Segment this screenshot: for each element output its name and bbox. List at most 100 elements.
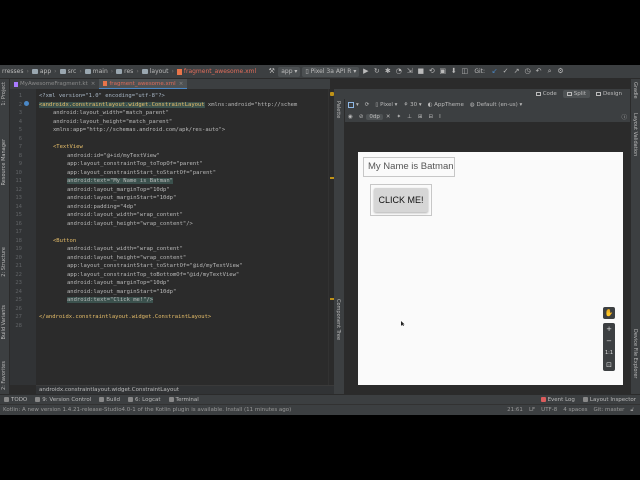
device-dropdown[interactable]: ▯ Pixel 3a API R ▾ — [302, 66, 360, 77]
logcat-icon — [128, 397, 134, 402]
tool-resource-manager[interactable]: Resource Manager — [1, 139, 7, 185]
autoconnect-icon[interactable]: ⊘ — [356, 114, 367, 120]
stop-icon[interactable]: ■ — [417, 68, 425, 75]
tool-project[interactable]: 1: Project — [1, 82, 7, 106]
vcs-icon — [35, 397, 41, 402]
clear-constraints-icon[interactable]: ✕ — [383, 114, 394, 120]
code-line: android:padding="4dp" — [67, 203, 137, 210]
pack-icon[interactable]: ⊟ — [426, 114, 437, 120]
run-config-dropdown[interactable]: app ▾ — [278, 66, 301, 77]
line-number: 16 — [15, 220, 22, 227]
git-commit-icon[interactable]: ✓ — [502, 68, 509, 75]
run-icon[interactable]: ▶ — [362, 68, 369, 75]
crumb-file[interactable]: fragment_awesome.xml — [175, 68, 258, 75]
code-line: <androidx.constraintlayout.widget.Constr… — [39, 101, 298, 108]
tool-build[interactable]: Build — [95, 397, 124, 403]
hammer-icon[interactable]: ⚒ — [268, 68, 275, 75]
tool-layout-inspector[interactable]: Layout Inspector — [579, 397, 640, 403]
device-selector[interactable]: ▯ Pixel ▾ — [372, 102, 400, 108]
tool-component-tree[interactable]: Component Tree — [335, 299, 341, 340]
tool-build-variants[interactable]: Build Variants — [1, 305, 7, 339]
design-surface-icon[interactable]: ▾ — [345, 102, 362, 108]
gutter-marker-icon[interactable] — [24, 101, 29, 106]
preview-click-button[interactable]: CLICK ME! — [374, 188, 428, 212]
view-options-icon[interactable]: ◉ — [345, 114, 356, 120]
line-number: 21 — [15, 263, 22, 269]
tool-event-log[interactable]: Event Log — [537, 397, 579, 403]
tool-version-control[interactable]: 9: Version Control — [31, 397, 95, 403]
profile-icon[interactable]: ◔ — [395, 68, 402, 75]
default-margin-dropdown[interactable]: 0dp — [366, 113, 383, 120]
crumb-app[interactable]: app — [30, 68, 53, 75]
infer-constraints-icon[interactable]: ✦ — [394, 114, 405, 120]
code-line: app:layout_constraintStart_toStartOf="@i… — [67, 263, 243, 269]
zoom-in-icon[interactable]: + — [603, 323, 615, 335]
mode-split[interactable]: Split — [562, 90, 590, 98]
layout-inspector-icon[interactable]: ◫ — [461, 68, 469, 75]
line-separator[interactable]: LF — [529, 407, 535, 414]
preview-button-bounds[interactable]: CLICK ME! — [370, 184, 432, 216]
zoom-fit-icon[interactable]: ⊡ — [603, 359, 615, 371]
crumb-project[interactable]: rresses — [0, 68, 25, 75]
tool-structure[interactable]: 2: Structure — [1, 247, 7, 277]
apply-changes-icon[interactable]: ↻ — [373, 68, 380, 75]
line-number: 13 — [15, 195, 22, 201]
debug-icon[interactable]: ✱ — [384, 68, 391, 75]
tool-palette[interactable]: Palette — [335, 101, 341, 118]
folder-icon — [59, 69, 66, 74]
search-everywhere-icon[interactable]: ⌕ — [546, 68, 553, 75]
mode-design[interactable]: Design — [592, 90, 626, 98]
theme-selector[interactable]: ◐ AppTheme — [425, 102, 467, 108]
device-preview[interactable]: My Name is Batman CLICK ME! — [358, 152, 623, 385]
lock-icon[interactable]: 🔓︎ — [630, 407, 634, 414]
caret-position[interactable]: 21:61 — [507, 407, 523, 414]
crumb-layout[interactable]: layout — [140, 68, 171, 75]
locale-selector[interactable]: ◍ Default (en-us) ▾ — [467, 102, 525, 108]
settings-icon[interactable]: ⚙ — [557, 68, 564, 75]
code-line: app:layout_constraintStart_toStartOf="pa… — [67, 169, 217, 176]
code-editor[interactable]: <?xml version="1.0" encoding="utf-8"?> <… — [36, 89, 326, 385]
crumb-main[interactable]: main — [83, 68, 110, 75]
api-selector[interactable]: ⚘ 30 ▾ — [400, 102, 424, 108]
close-icon[interactable]: × — [179, 81, 184, 87]
zoom-actual-size[interactable]: 1:1 — [603, 347, 615, 359]
git-history-icon[interactable]: ◷ — [524, 68, 531, 75]
tool-gradle[interactable]: Gradle — [632, 82, 638, 99]
git-rollback-icon[interactable]: ↶ — [535, 68, 542, 75]
tool-favorites[interactable]: 2: Favorites — [1, 361, 7, 390]
tool-layout-validation[interactable]: Layout Validation — [632, 113, 638, 156]
tool-device-file-explorer[interactable]: Device File Explorer — [632, 329, 638, 378]
editor-breadcrumb[interactable]: androidx.constraintlayout.widget.Constra… — [36, 385, 334, 394]
sync-gradle-icon[interactable]: ⟲ — [428, 68, 435, 75]
attach-debugger-icon[interactable]: ⇲ — [406, 68, 413, 75]
line-number: 26 — [15, 305, 22, 312]
git-update-icon[interactable]: ↙ — [491, 68, 498, 75]
status-message[interactable]: Kotlin: A new version 1.4.21-release-Stu… — [3, 407, 291, 413]
git-branch[interactable]: Git: master — [593, 407, 624, 414]
sdk-manager-icon[interactable]: ⬇ — [450, 68, 457, 75]
crumb-res[interactable]: res — [114, 68, 135, 75]
pan-icon[interactable]: ✋ — [603, 307, 615, 319]
code-line: </androidx.constraintlayout.widget.Const… — [39, 314, 212, 320]
todo-icon — [4, 397, 9, 402]
close-icon[interactable]: × — [91, 81, 96, 87]
indent-setting[interactable]: 4 spaces — [563, 407, 587, 414]
zoom-out-icon[interactable]: − — [603, 335, 615, 347]
line-number: 18 — [15, 237, 22, 244]
tool-logcat[interactable]: 6: Logcat — [124, 397, 164, 403]
orientation-icon[interactable]: ⟳ — [362, 102, 373, 108]
baseline-icon[interactable]: I — [436, 114, 444, 120]
warnings-icon[interactable]: ⓘ — [618, 113, 630, 121]
tab-myawesomefragment[interactable]: MyAwesomeFragment.kt × — [10, 79, 99, 89]
mode-code[interactable]: Code — [532, 90, 561, 98]
guidelines-icon[interactable]: ⊥ — [404, 114, 415, 120]
crumb-src[interactable]: src — [58, 68, 79, 75]
tool-terminal[interactable]: Terminal — [165, 397, 203, 403]
preview-textview[interactable]: My Name is Batman — [363, 157, 455, 177]
align-icon[interactable]: ⊞ — [415, 114, 426, 120]
tool-todo[interactable]: TODO — [0, 397, 31, 403]
git-push-icon[interactable]: ↗ — [513, 68, 520, 75]
avd-manager-icon[interactable]: ▣ — [439, 68, 447, 75]
file-encoding[interactable]: UTF-8 — [541, 407, 557, 414]
tab-fragment-awesome[interactable]: fragment_awesome.xml × — [99, 79, 188, 89]
